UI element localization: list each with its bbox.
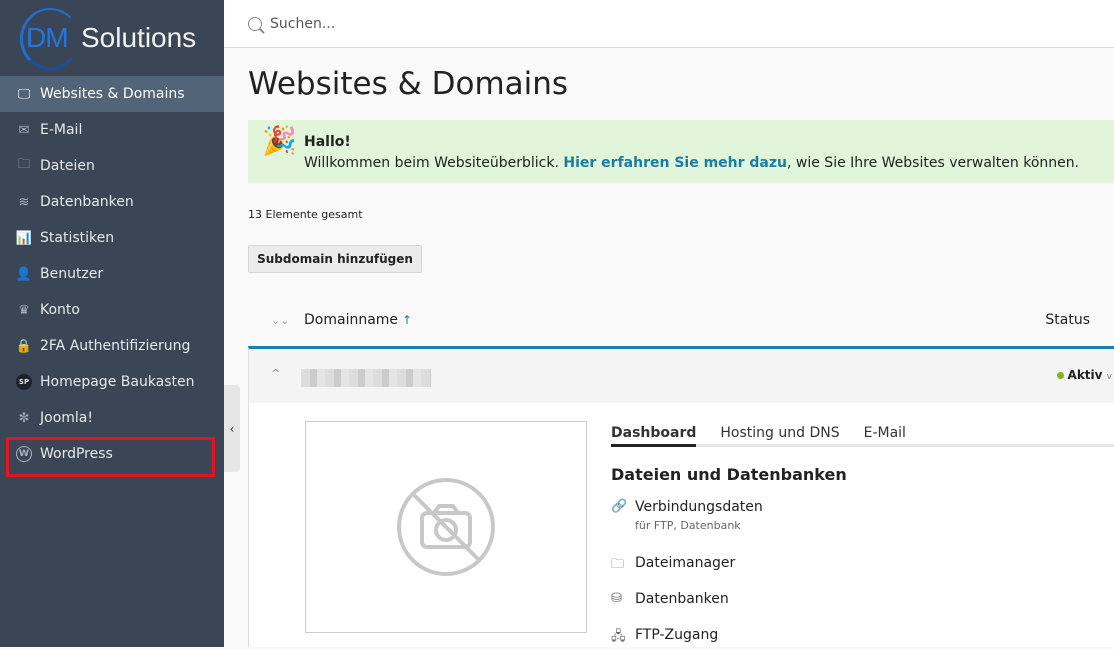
sidebar-item-benutzer[interactable]: 👤 Benutzer (0, 256, 224, 292)
link-datenbanken[interactable]: ⛁ Datenbanken (611, 591, 729, 607)
sidebar-item-email[interactable]: ✉ E-Mail (0, 112, 224, 148)
table-header: ⌄⌄ Domainname ↑ Status (248, 295, 1114, 345)
link-icon: 🔗 (611, 499, 628, 514)
layers-icon: ≋ (18, 194, 30, 210)
site-preview (305, 421, 587, 633)
page-title: Websites & Domains (248, 66, 569, 102)
detail-tabs: Dashboard Hosting und DNS E-Mail (611, 425, 1114, 447)
tab-email[interactable]: E-Mail (864, 425, 906, 444)
link-verbindungsdaten[interactable]: 🔗 Verbindungsdaten für FTP, Datenbank (611, 499, 763, 532)
search-icon (248, 16, 262, 31)
chevron-down-icon: v (1106, 372, 1112, 382)
mail-icon: ✉ (18, 122, 30, 138)
status-dot-icon (1056, 372, 1064, 379)
sidebar-item-datenbanken[interactable]: ≋ Datenbanken (0, 184, 224, 220)
logo[interactable]: DM Solutions (18, 8, 218, 70)
sidebar-item-homepage-baukasten[interactable]: SP Homepage Baukasten (0, 364, 224, 400)
section-title: Dateien und Datenbanken (611, 465, 847, 484)
table-row[interactable]: ^ Aktiv v (248, 346, 1114, 403)
sidebar-item-dateien[interactable]: 🗀 Dateien (0, 148, 224, 184)
column-domainname[interactable]: Domainname ↑ (304, 312, 412, 328)
sidebar-nav: 🖵 Websites & Domains ✉ E-Mail 🗀 Dateien ≋ Da… (0, 76, 224, 472)
sp-icon: SP (16, 374, 32, 390)
welcome-banner: 🎉 Hallo! Willkommen beim Websiteüberblic… (248, 120, 1114, 183)
sidebar-item-websites-domains[interactable]: 🖵 Websites & Domains (0, 76, 224, 112)
database-icon: ⛁ (611, 591, 622, 606)
user-icon: 👤 (15, 266, 33, 282)
domain-detail-panel: Dashboard Hosting und DNS E-Mail Dateien… (248, 403, 1114, 647)
learn-more-link[interactable]: Hier erfahren Sie mehr dazu (563, 155, 787, 171)
joomla-icon: ✼ (18, 410, 30, 426)
no-camera-icon (397, 478, 495, 576)
search-input[interactable] (270, 15, 670, 32)
sidebar-item-joomla[interactable]: ✼ Joomla! (0, 400, 224, 436)
sort-asc-icon: ↑ (402, 313, 413, 327)
sidebar-item-statistiken[interactable]: 📊 Statistiken (0, 220, 224, 256)
sidebar-collapse-button[interactable]: ‹ (224, 385, 240, 472)
bar-chart-icon: 📊 (15, 230, 33, 246)
sidebar: DM Solutions 🖵 Websites & Domains ✉ E-Mail… (0, 0, 224, 647)
sidebar-item-2fa[interactable]: 🔒 2FA Authentifizierung (0, 328, 224, 364)
status-badge[interactable]: Aktiv v (1056, 368, 1112, 382)
folder-icon: 🗀 (611, 557, 625, 572)
add-subdomain-button[interactable]: Subdomain hinzufügen (248, 245, 422, 273)
tab-hosting-dns[interactable]: Hosting und DNS (720, 425, 839, 444)
column-status: Status (1045, 312, 1090, 328)
monitor-icon: 🖵 (17, 86, 31, 102)
collapse-row-icon[interactable]: ^ (271, 367, 280, 380)
folder-icon: 🗀 (17, 157, 31, 172)
search-bar (224, 0, 1114, 48)
expand-all-icon[interactable]: ⌄⌄ (271, 314, 289, 327)
network-icon: 🖧 (611, 629, 626, 644)
chevron-left-icon: ‹ (229, 421, 235, 436)
lock-2fa-icon: 🔒 (15, 338, 33, 354)
link-ftp-zugang[interactable]: 🖧 FTP-Zugang (611, 627, 718, 649)
wordpress-highlight-box (6, 437, 215, 477)
blurred-domain-name[interactable] (301, 369, 431, 387)
link-dateimanager[interactable]: 🗀 Dateimanager (611, 555, 735, 577)
total-count: 13 Elemente gesamt (248, 208, 363, 221)
party-popper-icon: 🎉 (262, 124, 297, 157)
crown-icon: ♛ (18, 302, 30, 318)
tab-dashboard[interactable]: Dashboard (611, 425, 697, 447)
sidebar-item-konto[interactable]: ♛ Konto (0, 292, 224, 328)
